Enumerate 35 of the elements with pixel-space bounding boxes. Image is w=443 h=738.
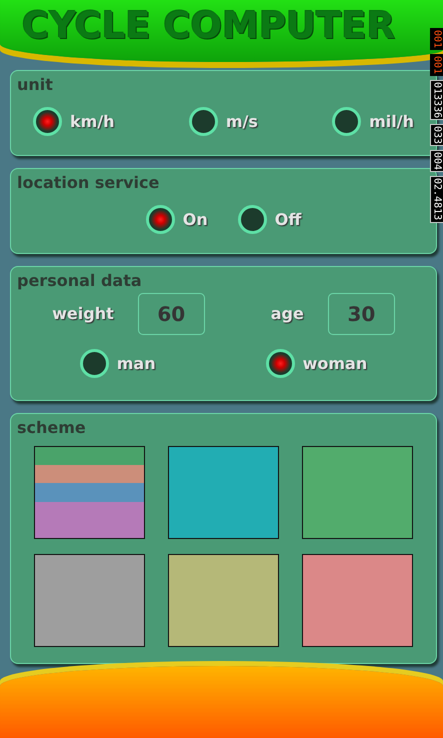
radio-button[interactable] [238,205,267,234]
frame-counter: 001 [430,28,443,50]
color-swatch[interactable] [302,554,413,647]
radio-button[interactable] [332,107,362,136]
field-label: weight [52,303,114,325]
radio-button[interactable] [33,107,62,136]
radio-label[interactable]: On [182,208,208,232]
color-swatch[interactable] [34,446,146,539]
radio-label[interactable]: m/s [226,110,258,134]
radio-label[interactable]: woman [302,352,368,376]
frame-counter: 013336 [430,80,443,120]
app-title: CYCLE COMPUTER [22,3,396,49]
input-field[interactable]: 60 [138,293,205,335]
panel-title: personal data [17,270,143,292]
radio-label[interactable]: Off [274,208,302,232]
radio-label[interactable]: man [116,352,156,376]
frame-counter: 004 [430,150,443,172]
color-swatch[interactable] [168,554,279,647]
radio-button[interactable] [146,205,175,234]
panel-title: location service [17,172,160,194]
radio-button[interactable] [266,349,295,378]
panel-title: unit [17,74,54,96]
frame-counter: 033 [430,124,443,146]
color-swatch[interactable] [302,446,413,539]
color-swatch[interactable] [168,446,279,539]
color-swatch[interactable] [34,554,146,647]
input-field[interactable]: 30 [328,293,395,335]
frame-counter: 001 [430,54,443,76]
field-label: age [270,303,304,325]
panel-title: scheme [17,417,87,439]
radio-button[interactable] [80,349,109,378]
radio-label[interactable]: mil/h [369,110,414,134]
frame-counter: 02.4813 [430,176,443,223]
radio-button[interactable] [188,107,218,136]
radio-label[interactable]: km/h [70,110,115,134]
